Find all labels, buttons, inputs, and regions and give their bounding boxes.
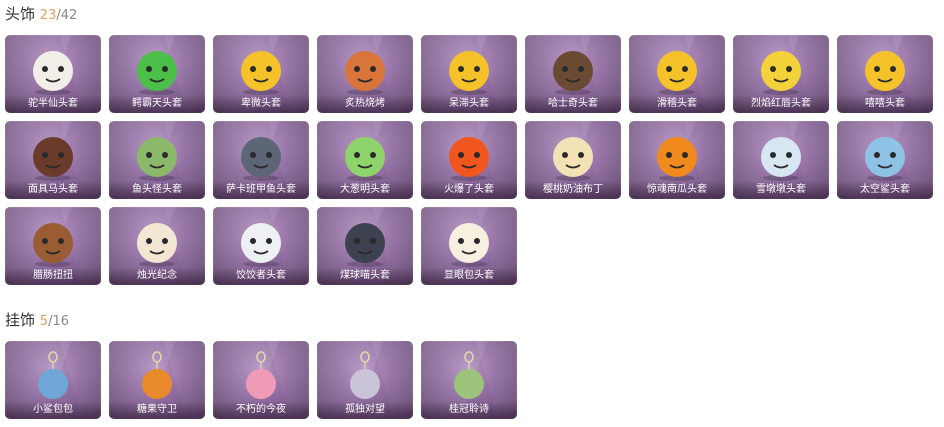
item-label: 烈焰红唇头套 — [733, 95, 829, 113]
item-card[interactable]: 不朽的今夜 — [213, 341, 309, 419]
item-card[interactable]: 烈焰红唇头套 — [733, 35, 829, 113]
total-count: /16 — [48, 314, 69, 329]
item-label: 桂冠聆诗 — [421, 401, 517, 419]
item-label: 樱桃奶油布丁 — [525, 181, 621, 199]
owned-count: 23 — [39, 8, 57, 23]
item-label: 太空鲨头套 — [837, 181, 933, 199]
total-count: /42 — [56, 8, 78, 23]
item-card[interactable]: 烛光纪念 — [109, 207, 205, 285]
item-card[interactable]: 雪墩墩头套 — [733, 121, 829, 199]
item-label: 滑稽头套 — [629, 95, 725, 113]
section-title-text: 挂饰 — [5, 311, 36, 329]
item-card[interactable]: 面具马头套 — [5, 121, 101, 199]
pendant-grid: 小鲨包包 糖果守卫 不朽的今夜 孤独对望 桂冠聆诗 — [5, 341, 933, 419]
item-label: 鳄霸天头套 — [109, 95, 205, 113]
item-card[interactable]: 显眼包头套 — [421, 207, 517, 285]
item-card[interactable]: 滑稽头套 — [629, 35, 725, 113]
section-title-pendant: 挂饰 5/16 — [5, 310, 69, 330]
item-label: 嘻嘻头套 — [837, 95, 933, 113]
item-card[interactable]: 煤球喵头套 — [317, 207, 413, 285]
item-label: 腊肠扭扭 — [5, 267, 101, 285]
item-label: 鱼头怪头套 — [109, 181, 205, 199]
item-card[interactable]: 炙热烧烤 — [317, 35, 413, 113]
item-card[interactable]: 小鲨包包 — [5, 341, 101, 419]
item-card[interactable]: 饺饺者头套 — [213, 207, 309, 285]
item-label: 哈士奇头套 — [525, 95, 621, 113]
item-card[interactable]: 萨卡班甲鱼头套 — [213, 121, 309, 199]
item-label: 显眼包头套 — [421, 267, 517, 285]
item-card[interactable]: 呆滞头套 — [421, 35, 517, 113]
item-card[interactable]: 孤独对望 — [317, 341, 413, 419]
item-card[interactable]: 惊魂南瓜头套 — [629, 121, 725, 199]
item-label: 萨卡班甲鱼头套 — [213, 181, 309, 199]
item-card[interactable]: 糖果守卫 — [109, 341, 205, 419]
item-card[interactable]: 卑微头套 — [213, 35, 309, 113]
owned-count: 5 — [39, 314, 49, 329]
item-label: 煤球喵头套 — [317, 267, 413, 285]
item-label: 火爆了头套 — [421, 181, 517, 199]
item-label: 小鲨包包 — [5, 401, 101, 419]
item-card[interactable]: 腊肠扭扭 — [5, 207, 101, 285]
item-label: 不朽的今夜 — [213, 401, 309, 419]
item-label: 大葱明头套 — [317, 181, 413, 199]
item-label: 孤独对望 — [317, 401, 413, 419]
item-label: 惊魂南瓜头套 — [629, 181, 725, 199]
item-label: 面具马头套 — [5, 181, 101, 199]
item-card[interactable]: 鱼头怪头套 — [109, 121, 205, 199]
item-card[interactable]: 太空鲨头套 — [837, 121, 933, 199]
item-label: 糖果守卫 — [109, 401, 205, 419]
item-label: 卑微头套 — [213, 95, 309, 113]
section-title-headwear: 头饰 23/42 — [5, 4, 77, 24]
item-card[interactable]: 哈士奇头套 — [525, 35, 621, 113]
item-card[interactable]: 桂冠聆诗 — [421, 341, 517, 419]
item-label: 雪墩墩头套 — [733, 181, 829, 199]
item-label: 烛光纪念 — [109, 267, 205, 285]
item-card[interactable]: 樱桃奶油布丁 — [525, 121, 621, 199]
item-label: 炙热烧烤 — [317, 95, 413, 113]
headwear-grid: 驼半仙头套 鳄霸天头套 卑微头套 炙热烧烤 呆滞头套 哈士奇头套 滑稽头套 烈焰红唇头套 嘻嘻头… — [5, 35, 933, 285]
item-card[interactable]: 鳄霸天头套 — [109, 35, 205, 113]
item-card[interactable]: 火爆了头套 — [421, 121, 517, 199]
item-card[interactable]: 驼半仙头套 — [5, 35, 101, 113]
item-label: 驼半仙头套 — [5, 95, 101, 113]
item-label: 饺饺者头套 — [213, 267, 309, 285]
item-label: 呆滞头套 — [421, 95, 517, 113]
section-title-text: 头饰 — [5, 5, 36, 23]
item-card[interactable]: 嘻嘻头套 — [837, 35, 933, 113]
item-card[interactable]: 大葱明头套 — [317, 121, 413, 199]
